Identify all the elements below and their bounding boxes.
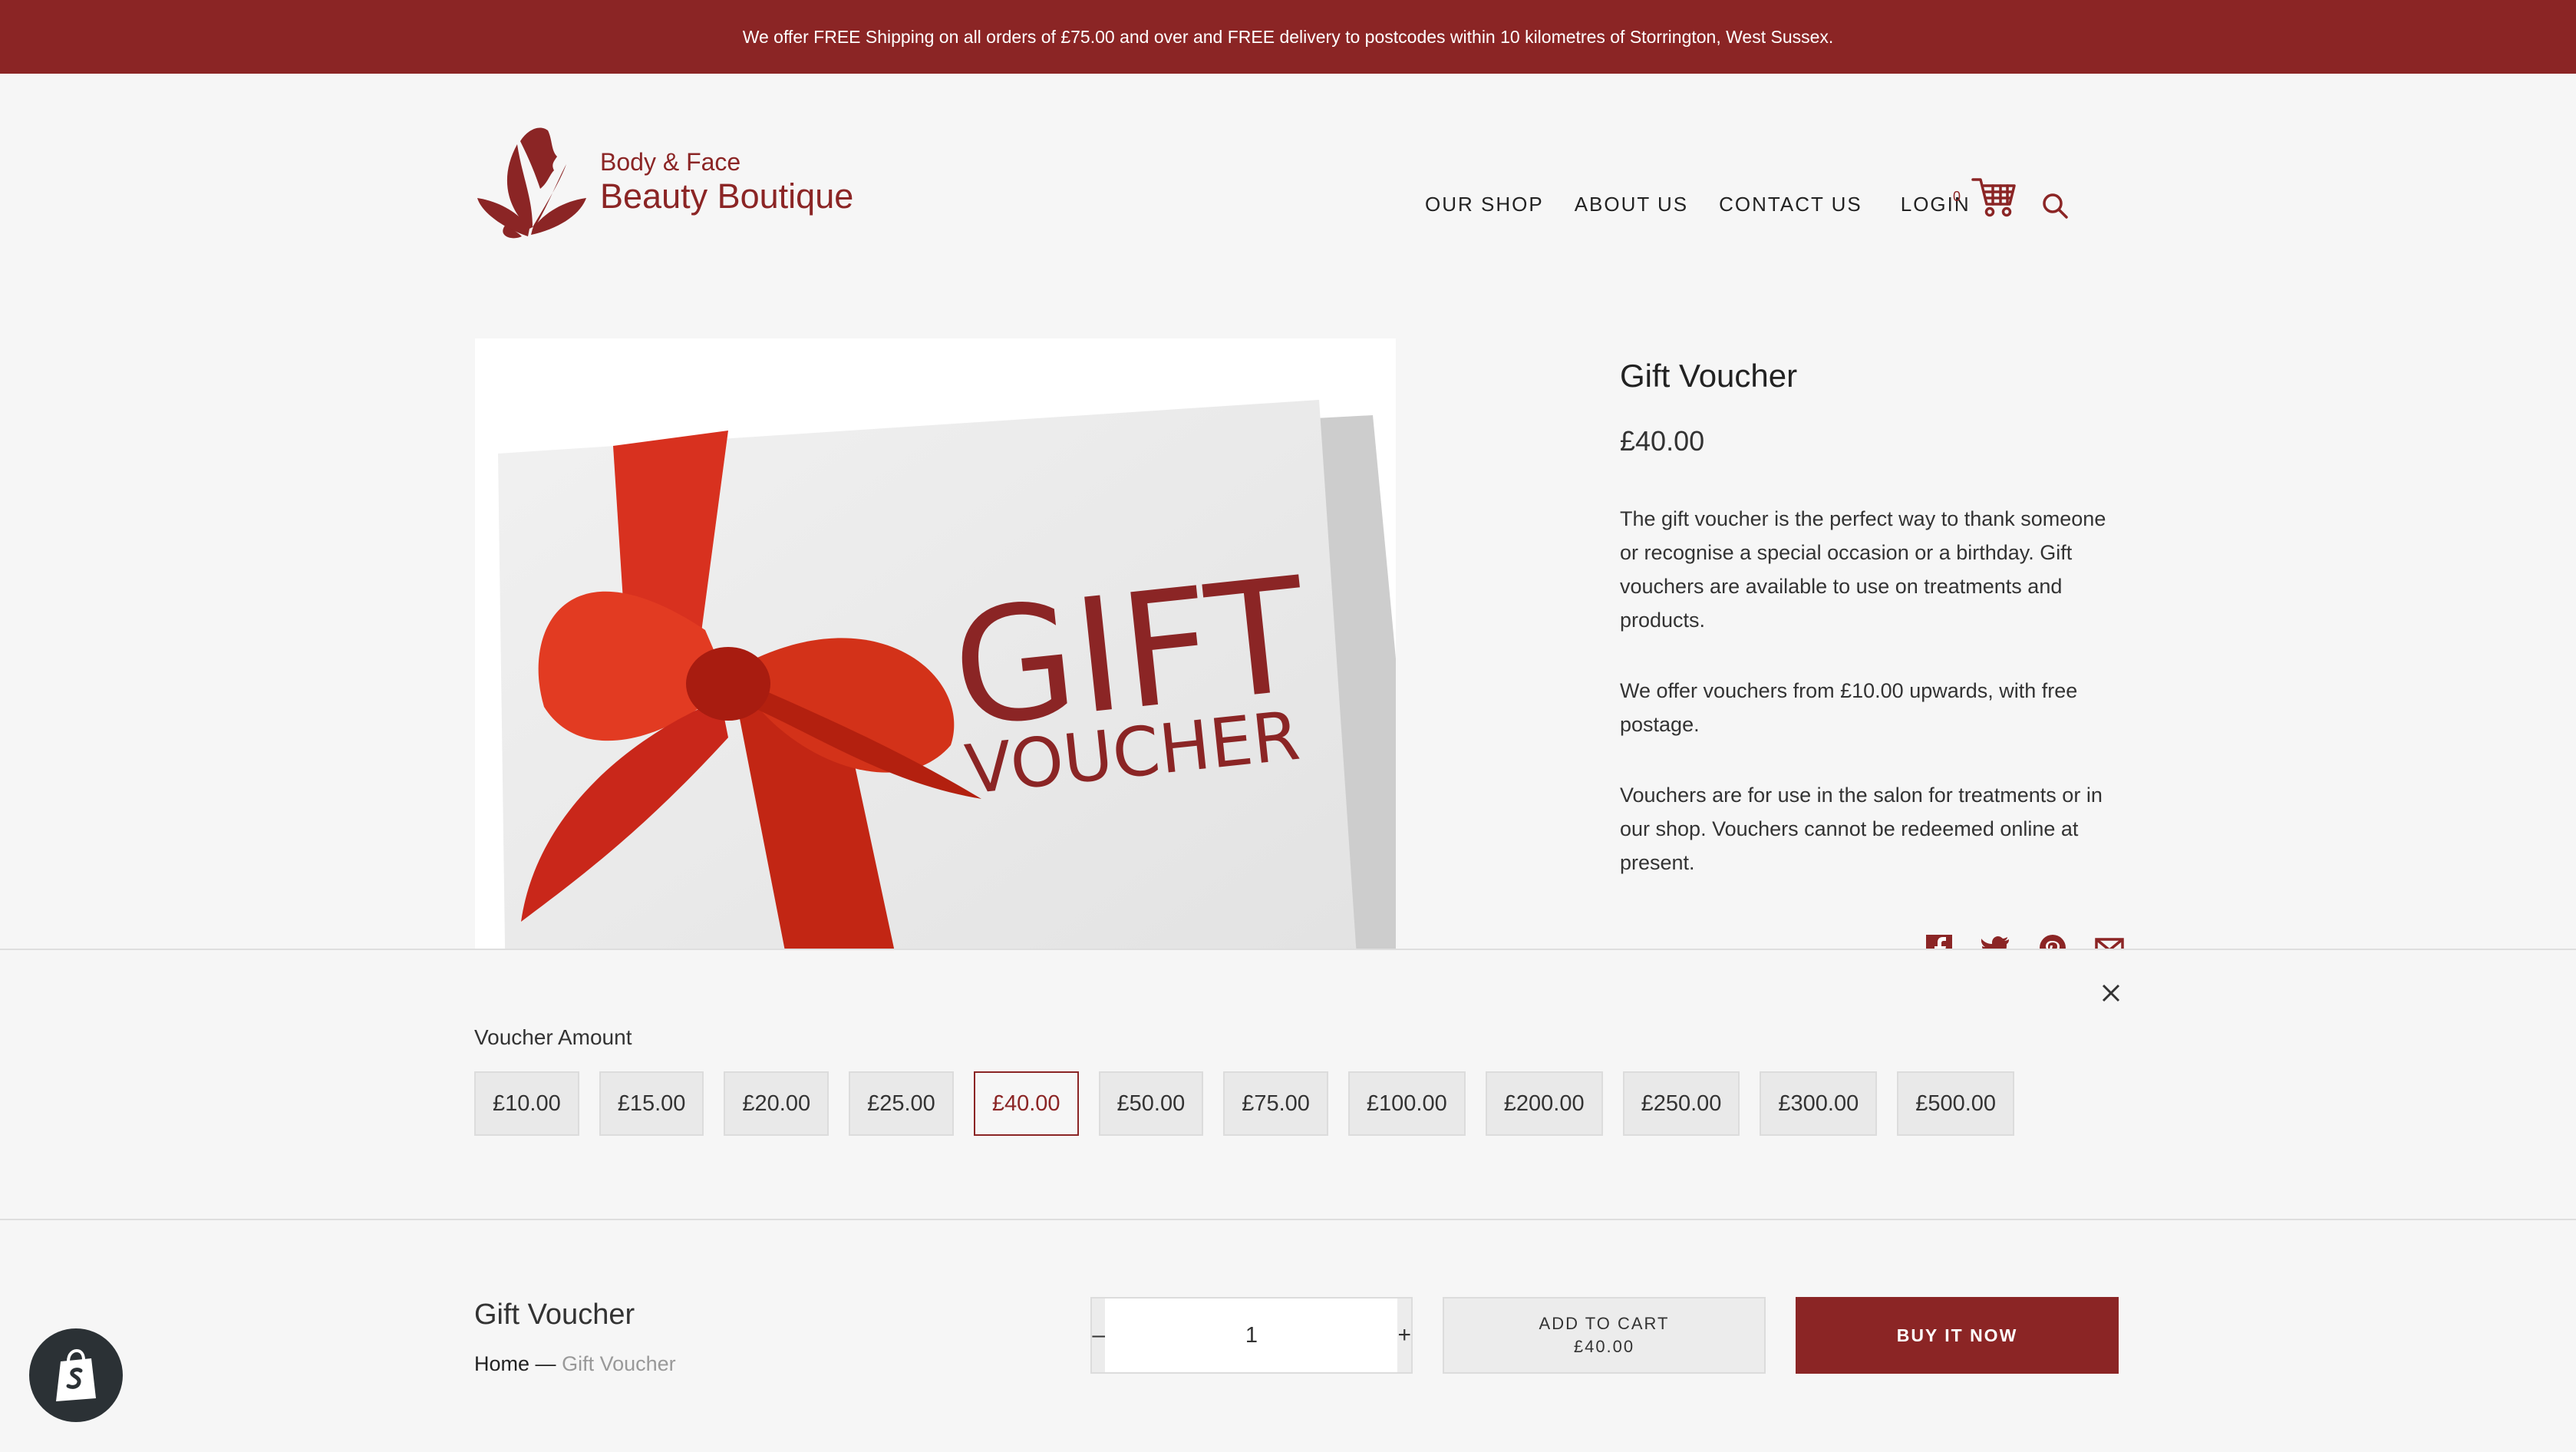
voucher-option[interactable]: £20.00 — [724, 1071, 830, 1136]
voucher-option[interactable]: £500.00 — [1897, 1071, 2015, 1136]
product-info: Gift Voucher £40.00 The gift voucher is … — [1620, 358, 2126, 916]
quantity-decrease-button[interactable]: – — [1092, 1299, 1106, 1372]
buy-it-now-button[interactable]: BUY IT NOW — [1796, 1297, 2119, 1374]
voucher-option[interactable]: £50.00 — [1098, 1071, 1204, 1136]
main-nav: OUR SHOP ABOUT US CONTACT US LOGIN — [1425, 192, 1997, 216]
voucher-option[interactable]: £10.00 — [474, 1071, 579, 1136]
product-title: Gift Voucher — [1620, 358, 1798, 394]
site-logo[interactable]: Body & Face Beauty Boutique — [474, 121, 853, 241]
breadcrumb-separator: — — [535, 1352, 556, 1375]
product-image[interactable]: GIFT VOUCHER — [475, 338, 1396, 952]
logo-line-1: Body & Face — [600, 147, 741, 176]
announcement-bar: We offer FREE Shipping on all orders of … — [0, 0, 2576, 74]
description-paragraph: We offer vouchers from £10.00 upwards, w… — [1620, 679, 2078, 736]
quantity-increase-button[interactable]: + — [1397, 1299, 1411, 1372]
shopify-bag-icon — [56, 1348, 96, 1401]
voucher-amount-label: Voucher Amount — [474, 1025, 632, 1049]
breadcrumb-current: Gift Voucher — [562, 1352, 676, 1375]
add-to-cart-button[interactable]: ADD TO CART £40.00 — [1443, 1297, 1766, 1374]
shopify-chat-button[interactable] — [29, 1328, 123, 1422]
breadcrumb: Home — Gift Voucher — [474, 1352, 676, 1376]
voucher-option[interactable]: £75.00 — [1223, 1071, 1328, 1136]
variant-drawer: Voucher Amount £10.00 £15.00 £20.00 £25.… — [0, 949, 2576, 1220]
lotus-face-logo-icon — [477, 127, 586, 239]
sticky-product-title: Gift Voucher — [474, 1299, 635, 1331]
cart-icon — [1971, 178, 2016, 217]
add-to-cart-price: £40.00 — [1573, 1337, 1635, 1356]
voucher-option[interactable]: £25.00 — [849, 1071, 954, 1136]
voucher-option[interactable]: £200.00 — [1485, 1071, 1603, 1136]
voucher-option[interactable]: £300.00 — [1760, 1071, 1878, 1136]
logo-line-2: Beauty Boutique — [600, 176, 854, 216]
cart-count: 0 — [1953, 189, 1961, 204]
nav-about-us[interactable]: ABOUT US — [1575, 193, 1688, 216]
search-icon[interactable] — [2041, 192, 2069, 219]
voucher-option[interactable]: £15.00 — [599, 1071, 704, 1136]
voucher-option[interactable]: £40.00 — [973, 1071, 1079, 1136]
add-to-cart-label: ADD TO CART — [1539, 1314, 1670, 1333]
product-price: £40.00 — [1620, 425, 1705, 457]
voucher-option[interactable]: £100.00 — [1347, 1071, 1466, 1136]
close-icon[interactable] — [2099, 981, 2123, 1005]
product-description: The gift voucher is the perfect way to t… — [1620, 502, 2126, 879]
voucher-option[interactable]: £250.00 — [1622, 1071, 1740, 1136]
description-paragraph: Vouchers are for use in the salon for tr… — [1620, 784, 2103, 874]
description-paragraph: The gift voucher is the perfect way to t… — [1620, 507, 2106, 632]
buy-it-now-label: BUY IT NOW — [1896, 1325, 2018, 1345]
voucher-amount-options: £10.00 £15.00 £20.00 £25.00 £40.00 £50.0… — [474, 1071, 2034, 1136]
quantity-input[interactable] — [1105, 1299, 1398, 1372]
quantity-stepper: – + — [1090, 1297, 1413, 1374]
nav-our-shop[interactable]: OUR SHOP — [1425, 193, 1544, 216]
announcement-text: We offer FREE Shipping on all orders of … — [742, 26, 1834, 47]
gift-voucher-illustration: GIFT VOUCHER — [498, 400, 1396, 952]
breadcrumb-home[interactable]: Home — [474, 1352, 529, 1375]
nav-contact-us[interactable]: CONTACT US — [1719, 193, 1862, 216]
